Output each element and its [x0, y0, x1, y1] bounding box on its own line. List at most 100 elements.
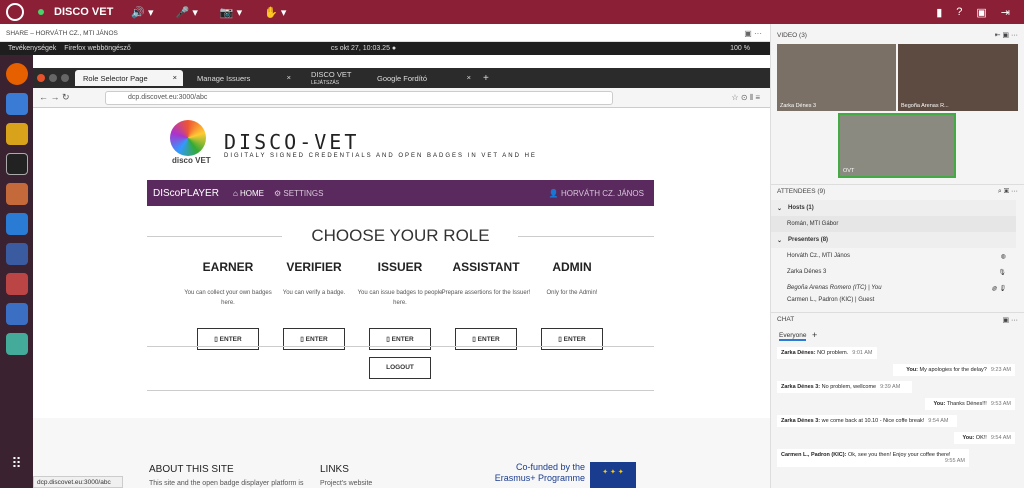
share-header: SHARE – HORVÁTH CZ., MTI JÁNOS ▣ ···: [0, 24, 770, 42]
writer-icon[interactable]: [5, 303, 28, 325]
activities-label[interactable]: Tevékenységek: [8, 45, 56, 52]
video-tile[interactable]: Begoña Arenas R...: [898, 44, 1018, 111]
firefox-icon[interactable]: [5, 63, 28, 85]
globe-icon: ◍: [1000, 253, 1006, 260]
battery-label: 100 %: [730, 45, 750, 52]
disco-star-logo-icon: [170, 120, 206, 156]
chat-message: Zarka Dénes 3: we come back at 10.10 - N…: [777, 415, 957, 427]
nav-buttons[interactable]: ← → ↻: [39, 92, 70, 103]
site-brand: disco VET DISCO-VET DIGITALY SIGNED CRED…: [170, 120, 570, 168]
site-footer: ABOUT THIS SITE This site and the open b…: [33, 418, 770, 488]
brand-title: DISCO-VET: [224, 130, 360, 154]
nav-home[interactable]: ⌂ HOME: [233, 189, 264, 198]
ubuntu-topbar: Tevékenységek Firefox webböngésző cs okt…: [0, 42, 770, 55]
status-url: dcp.discovet.eu:3000/abc: [33, 476, 123, 488]
chat-message: Zarka Dénes: NO problem. 9:01 AM: [777, 347, 877, 359]
layout-icon[interactable]: ▣: [976, 6, 986, 19]
nav-user[interactable]: 👤 HORVÁTH CZ. JÁNOS: [549, 189, 644, 198]
divider: [147, 390, 654, 391]
attendees-tools[interactable]: ⌕ ▣ ···: [998, 188, 1018, 196]
vscode-icon[interactable]: [5, 213, 28, 235]
attendee-row[interactable]: Begoña Arenas Romero (ITC) | You ◍ 🎙: [771, 280, 1016, 296]
network-icon[interactable]: [5, 243, 28, 265]
page-title: CHOOSE YOUR ROLE: [311, 226, 490, 245]
browser-tabbar: Role Selector Page × Manage Issuers × DISC…: [33, 68, 770, 88]
files-icon[interactable]: [5, 183, 28, 205]
maximize-window-icon[interactable]: [61, 74, 69, 82]
chat-message: You: Thanks Dénes!!! 9:53 AM: [925, 398, 1015, 410]
footer-link[interactable]: Project's website: [320, 480, 372, 487]
attendees-header: ATTENDEES (9) ⌕ ▣ ···: [771, 184, 1024, 198]
role-verifier: VERIFIER You can verify a badge. ▯ ENTER: [269, 260, 359, 350]
url-bar[interactable]: dcp.discovet.eu:3000/abc: [105, 90, 613, 105]
eu-cofunded-text: Co-funded by the: [515, 462, 585, 472]
viewer-icon[interactable]: [5, 333, 28, 355]
status-dot-icon: [38, 9, 44, 15]
attendee-row[interactable]: Carmen L., Padron (KIC) | Guest: [771, 296, 1016, 304]
presenters-group[interactable]: ⌄ Presenters (8): [771, 232, 1016, 248]
hosts-group[interactable]: ⌄ Hosts (1): [771, 200, 1016, 216]
app-label: Firefox webböngésző: [64, 45, 131, 52]
logout-button[interactable]: LOGOUT: [369, 357, 431, 379]
meeting-title: DISCO VET: [54, 6, 114, 18]
tab-disco-vet[interactable]: DISCO VET LEJÁTSZÁS: [303, 70, 363, 86]
share-label: SHARE – HORVÁTH CZ., MTI JÁNOS: [6, 30, 118, 37]
close-window-icon[interactable]: [37, 74, 45, 82]
ubuntu-launcher: ⠿: [0, 55, 33, 488]
role-assistant: ASSISTANT Prepare assertions for the Issu…: [441, 260, 531, 350]
chat-message: You: OK!! 9:54 AM: [954, 432, 1015, 444]
video-tools[interactable]: ⇤ ▣ ···: [995, 31, 1018, 39]
chat-header: CHAT ▣ ···: [771, 312, 1024, 326]
role-earner: EARNER You can collect your own badges he…: [183, 260, 273, 350]
share-tools[interactable]: ▣ ···: [744, 29, 762, 38]
browser-navbar: ← → ↻ dcp.discovet.eu:3000/abc ☆ ⊙ ⫴ ≡: [33, 88, 770, 108]
add-chat-button[interactable]: +: [812, 330, 817, 340]
attendee-row[interactable]: Román, MTI Gábor: [771, 216, 1016, 232]
settings-icon[interactable]: [5, 273, 28, 295]
video-tile-active[interactable]: OVT: [838, 113, 956, 178]
brand-tagline: DIGITALY SIGNED CREDENTIALS AND OPEN BAD…: [224, 153, 537, 159]
side-panels: VIDEO (3) ⇤ ▣ ··· Zarka Dénes 3 Begoña Ar…: [770, 24, 1024, 488]
video-header: VIDEO (3) ⇤ ▣ ···: [777, 31, 1018, 40]
chat-tab-everyone[interactable]: Everyone: [779, 332, 807, 341]
site-nav: DIScoPLAYER ⌂ HOME ⚙ SETTINGS 👤 HORVÁTH …: [147, 180, 654, 206]
new-tab-button[interactable]: +: [483, 73, 489, 84]
nav-brand[interactable]: DIScoPLAYER: [153, 188, 219, 199]
webex-logo-icon: [6, 3, 24, 21]
hand-button[interactable]: ✋ ▾: [264, 6, 286, 19]
signal-icon: ▮: [936, 6, 943, 19]
chat-message: You: My apologies for the delay? 9:23 AM: [893, 364, 1015, 376]
attendee-row[interactable]: Zarka Dénes 3 🎙: [771, 264, 1016, 280]
video-tile[interactable]: Zarka Dénes 3: [777, 44, 896, 111]
mic-button[interactable]: 🎤 ▾: [176, 6, 198, 19]
tab-role-selector[interactable]: Role Selector Page ×: [75, 70, 183, 86]
chat-tools[interactable]: ▣ ···: [1002, 316, 1018, 324]
meeting-toolbar: DISCO VET 🔊 ▾ 🎤 ▾ 📷 ▾ ✋ ▾ ▮ ? ▣ ⇥: [0, 0, 1024, 24]
mic-icon: 🎙: [998, 269, 1006, 276]
tab-google-translate[interactable]: Google Fordító ×: [369, 70, 477, 86]
terminal-icon[interactable]: [5, 153, 28, 175]
role-admin: ADMIN Only for the Admin! ▯ ENTER: [527, 260, 617, 350]
app-cdot-icon[interactable]: [5, 123, 28, 145]
eu-programme-text: Erasmus+ Programme: [494, 473, 585, 483]
app-grid-icon[interactable]: ⠿: [6, 455, 28, 477]
audio-button[interactable]: 🔊 ▾: [131, 6, 153, 19]
leave-icon[interactable]: ⇥: [1001, 6, 1010, 19]
footer-links-title: LINKS: [320, 464, 349, 475]
eu-flag-icon: ✦ ✦ ✦: [590, 462, 636, 488]
nav-settings[interactable]: ⚙ SETTINGS: [274, 189, 323, 198]
minimize-window-icon[interactable]: [49, 74, 57, 82]
clock-label: cs okt 27, 10:03.25 ●: [330, 45, 397, 52]
footer-about-title: ABOUT THIS SITE: [149, 464, 234, 475]
logo-text: disco VET: [172, 156, 211, 165]
divider: [147, 346, 654, 347]
help-icon[interactable]: ?: [956, 6, 962, 19]
attendee-row[interactable]: Horváth Cz., MTI János ◍: [771, 248, 1016, 264]
chat-message: Carmen L., Padron (KIC): Ok, see you the…: [777, 449, 969, 467]
thunderbird-icon[interactable]: [5, 93, 28, 115]
tab-manage-issuers[interactable]: Manage Issuers ×: [189, 70, 297, 86]
chat-message: Zarka Dénes 3: No problem, wellcome 9:39 …: [777, 381, 912, 393]
camera-button[interactable]: 📷 ▾: [220, 6, 242, 19]
attendee-list: ⌄ Hosts (1) Román, MTI Gábor ⌄ Presenter…: [771, 200, 1016, 304]
browser-toolbar-icons[interactable]: ☆ ⊙ ⫴ ≡: [731, 93, 760, 103]
